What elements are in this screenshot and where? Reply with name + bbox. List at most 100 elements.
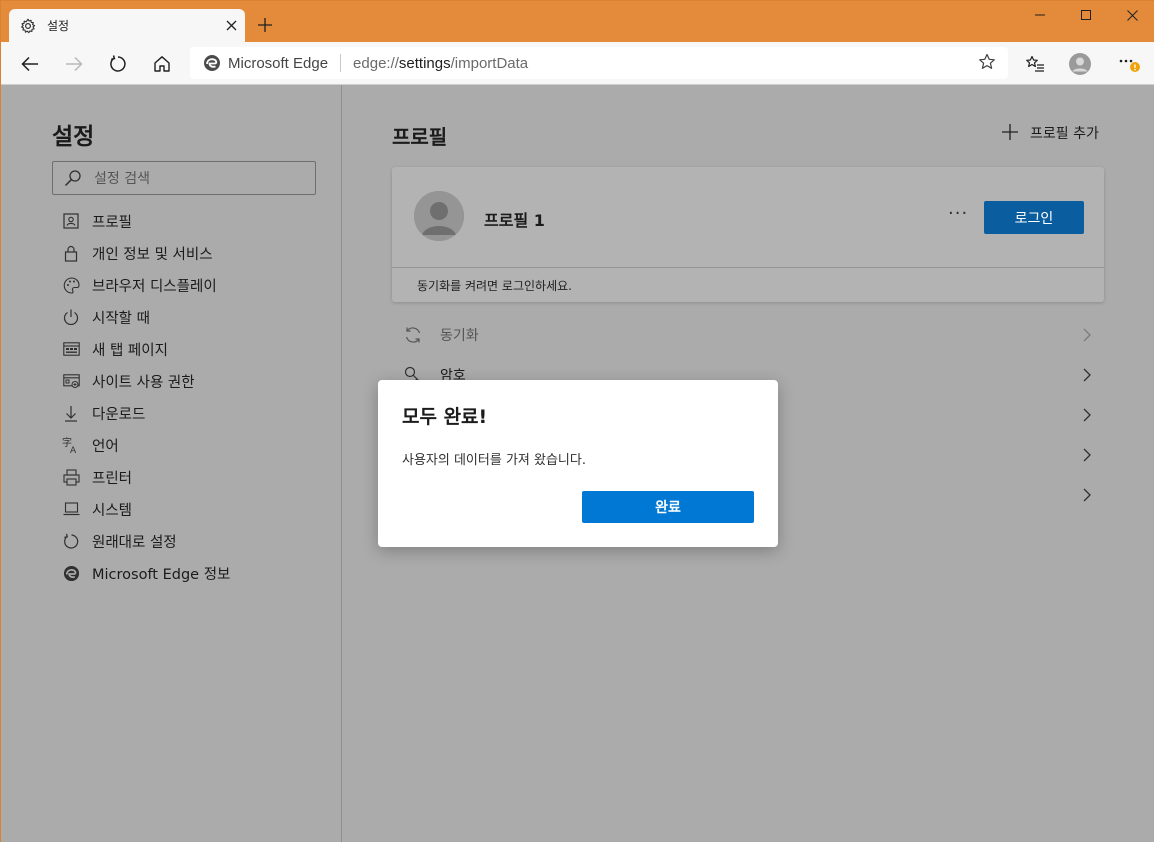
tab-title: 설정 bbox=[47, 19, 70, 33]
chevron-right-icon bbox=[1078, 326, 1096, 344]
sidebar-item-label: 새 탭 페이지 bbox=[92, 342, 168, 359]
add-profile-label: 프로필 추가 bbox=[1030, 126, 1099, 142]
sidebar-item-system[interactable]: 시스템 bbox=[61, 493, 230, 525]
settings-search-input[interactable]: 설정 검색 bbox=[52, 161, 316, 195]
settings-and-more-button[interactable] bbox=[1113, 49, 1143, 79]
sidebar-item-new-tab[interactable]: 새 탭 페이지 bbox=[61, 333, 230, 365]
more-icon bbox=[1119, 59, 1140, 72]
dialog-message: 사용자의 데이터를 가져 왔습니다. bbox=[402, 453, 586, 468]
navigation-toolbar: Microsoft Edge edge://settings/importDat… bbox=[1, 42, 1154, 85]
chevron-right-icon bbox=[1078, 486, 1096, 504]
sidebar-nav: 프로필 개인 정보 및 서비스 브라우저 디스플레이 시작할 때 새 탭 페이지 bbox=[61, 205, 230, 589]
sidebar-item-downloads[interactable]: 다운로드 bbox=[61, 397, 230, 429]
favorites-button[interactable] bbox=[1020, 49, 1050, 79]
plus-icon bbox=[1002, 124, 1020, 142]
login-button[interactable]: 로그인 bbox=[984, 201, 1084, 234]
sidebar-item-about[interactable]: Microsoft Edge 정보 bbox=[61, 557, 230, 589]
search-icon bbox=[64, 169, 82, 187]
sidebar-item-privacy[interactable]: 개인 정보 및 서비스 bbox=[61, 237, 230, 269]
new-tab-button[interactable] bbox=[253, 13, 277, 37]
forward-arrow-icon bbox=[66, 56, 83, 72]
back-arrow-icon bbox=[21, 56, 38, 72]
chevron-right-icon bbox=[1078, 366, 1096, 384]
profile-more-button[interactable]: ··· bbox=[948, 203, 968, 224]
laptop-icon bbox=[61, 499, 81, 519]
sidebar-item-site-permissions[interactable]: 사이트 사용 권한 bbox=[61, 365, 230, 397]
row-label: 동기화 bbox=[440, 328, 479, 344]
edge-icon bbox=[61, 563, 81, 583]
sidebar-item-on-startup[interactable]: 시작할 때 bbox=[61, 301, 230, 333]
sidebar-item-printers[interactable]: 프린터 bbox=[61, 461, 230, 493]
title-bar: 설정 bbox=[1, 1, 1154, 42]
address-separator bbox=[340, 54, 342, 72]
dialog-title: 모두 완료! bbox=[402, 406, 488, 428]
sidebar-item-label: 브라우저 디스플레이 bbox=[92, 278, 217, 295]
maximize-icon bbox=[1081, 10, 1091, 20]
plus-icon bbox=[258, 18, 272, 32]
sidebar-item-label: 원래대로 설정 bbox=[92, 534, 177, 551]
svg-text:A: A bbox=[70, 446, 77, 454]
settings-tab[interactable]: 설정 bbox=[9, 9, 245, 42]
card-divider bbox=[392, 267, 1104, 268]
lock-icon bbox=[61, 243, 81, 263]
avatar bbox=[414, 191, 464, 241]
power-icon bbox=[61, 307, 81, 327]
site-identity-label: Microsoft Edge bbox=[228, 54, 329, 72]
new-tab-page-icon bbox=[61, 339, 81, 359]
refresh-button[interactable] bbox=[103, 49, 133, 79]
profile-card: 프로필 1 ··· 로그인 동기화를 켜려면 로그인하세요. bbox=[392, 167, 1104, 302]
site-permissions-icon bbox=[61, 371, 81, 391]
done-button[interactable]: 완료 bbox=[582, 491, 754, 523]
sidebar-item-label: 프로필 bbox=[92, 214, 133, 231]
row-sync[interactable]: 동기화 bbox=[392, 315, 1104, 355]
chevron-right-icon bbox=[1078, 446, 1096, 464]
home-button[interactable] bbox=[147, 49, 177, 79]
palette-icon bbox=[61, 275, 81, 295]
sidebar-item-label: 프린터 bbox=[92, 470, 133, 487]
settings-sidebar: 설정 설정 검색 프로필 개인 정보 및 서비스 브라우저 디스플레이 시작할 … bbox=[1, 85, 342, 842]
back-button[interactable] bbox=[15, 49, 45, 79]
profile-name: 프로필 1 bbox=[484, 211, 545, 230]
printer-icon bbox=[61, 467, 81, 487]
tab-close-icon[interactable] bbox=[219, 14, 243, 38]
language-icon: 字A bbox=[61, 435, 81, 455]
close-icon bbox=[1126, 9, 1138, 21]
sidebar-item-label: 사이트 사용 권한 bbox=[92, 374, 195, 391]
sidebar-item-label: 언어 bbox=[92, 438, 119, 455]
profile-icon bbox=[61, 211, 81, 231]
sidebar-item-label: 시작할 때 bbox=[92, 310, 150, 327]
add-profile-button[interactable]: 프로필 추가 bbox=[992, 123, 1099, 143]
sidebar-item-profile[interactable]: 프로필 bbox=[61, 205, 230, 237]
home-icon bbox=[154, 56, 170, 72]
maximize-button[interactable] bbox=[1063, 1, 1109, 29]
gear-icon bbox=[19, 17, 37, 35]
close-window-button[interactable] bbox=[1109, 1, 1154, 29]
avatar-icon bbox=[1069, 53, 1091, 75]
sidebar-item-label: Microsoft Edge 정보 bbox=[92, 566, 231, 583]
sidebar-item-languages[interactable]: 字A 언어 bbox=[61, 429, 230, 461]
search-placeholder: 설정 검색 bbox=[94, 171, 150, 187]
sidebar-item-label: 개인 정보 및 서비스 bbox=[92, 246, 213, 263]
chevron-right-icon bbox=[1078, 406, 1096, 424]
import-complete-dialog: 모두 완료! 사용자의 데이터를 가져 왔습니다. 완료 bbox=[378, 380, 778, 547]
sidebar-item-label: 다운로드 bbox=[92, 406, 146, 423]
sync-icon bbox=[402, 324, 424, 346]
page-title: 프로필 bbox=[392, 125, 448, 149]
address-bar[interactable]: Microsoft Edge edge://settings/importDat… bbox=[190, 47, 1008, 79]
reset-icon bbox=[61, 531, 81, 551]
refresh-icon bbox=[110, 55, 126, 72]
minimize-icon bbox=[1035, 14, 1045, 16]
sidebar-title: 설정 bbox=[52, 124, 95, 150]
profile-button[interactable] bbox=[1065, 49, 1095, 79]
sidebar-item-reset[interactable]: 원래대로 설정 bbox=[61, 525, 230, 557]
browser-window: 설정 Microsoft Edge edge://settings/import… bbox=[0, 0, 1154, 842]
minimize-button[interactable] bbox=[1017, 1, 1063, 29]
avatar-icon bbox=[414, 191, 464, 241]
favorite-star-icon[interactable] bbox=[978, 53, 998, 73]
forward-button[interactable] bbox=[59, 49, 89, 79]
favorites-list-icon bbox=[1026, 55, 1044, 72]
sidebar-item-label: 시스템 bbox=[92, 502, 133, 519]
download-icon bbox=[61, 403, 81, 423]
sidebar-item-appearance[interactable]: 브라우저 디스플레이 bbox=[61, 269, 230, 301]
url-text: edge://settings/importData bbox=[353, 54, 529, 72]
